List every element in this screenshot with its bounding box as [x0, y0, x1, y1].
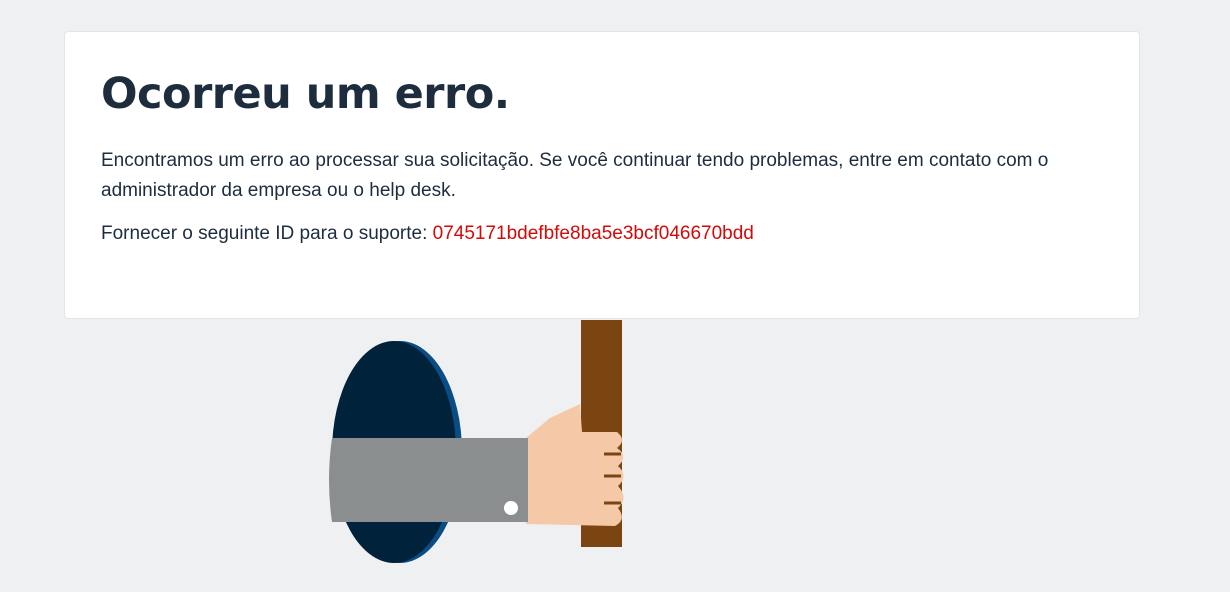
cufflink [504, 501, 518, 515]
error-message: Encontramos um erro ao processar sua sol… [101, 150, 1049, 201]
hand-holding-sign-illustration [329, 320, 624, 563]
support-id-line: Fornecer o seguinte ID para o suporte: 0… [101, 219, 754, 249]
sleeve [329, 438, 528, 522]
error-card: Ocorreu um erro. Encontramos um erro ao … [64, 31, 1140, 319]
error-title: Ocorreu um erro. [101, 69, 510, 119]
support-id-value[interactable]: 0745171bdefbfe8ba5e3bcf046670bdd [433, 223, 754, 244]
support-id-label: Fornecer o seguinte ID para o suporte: [101, 223, 428, 244]
